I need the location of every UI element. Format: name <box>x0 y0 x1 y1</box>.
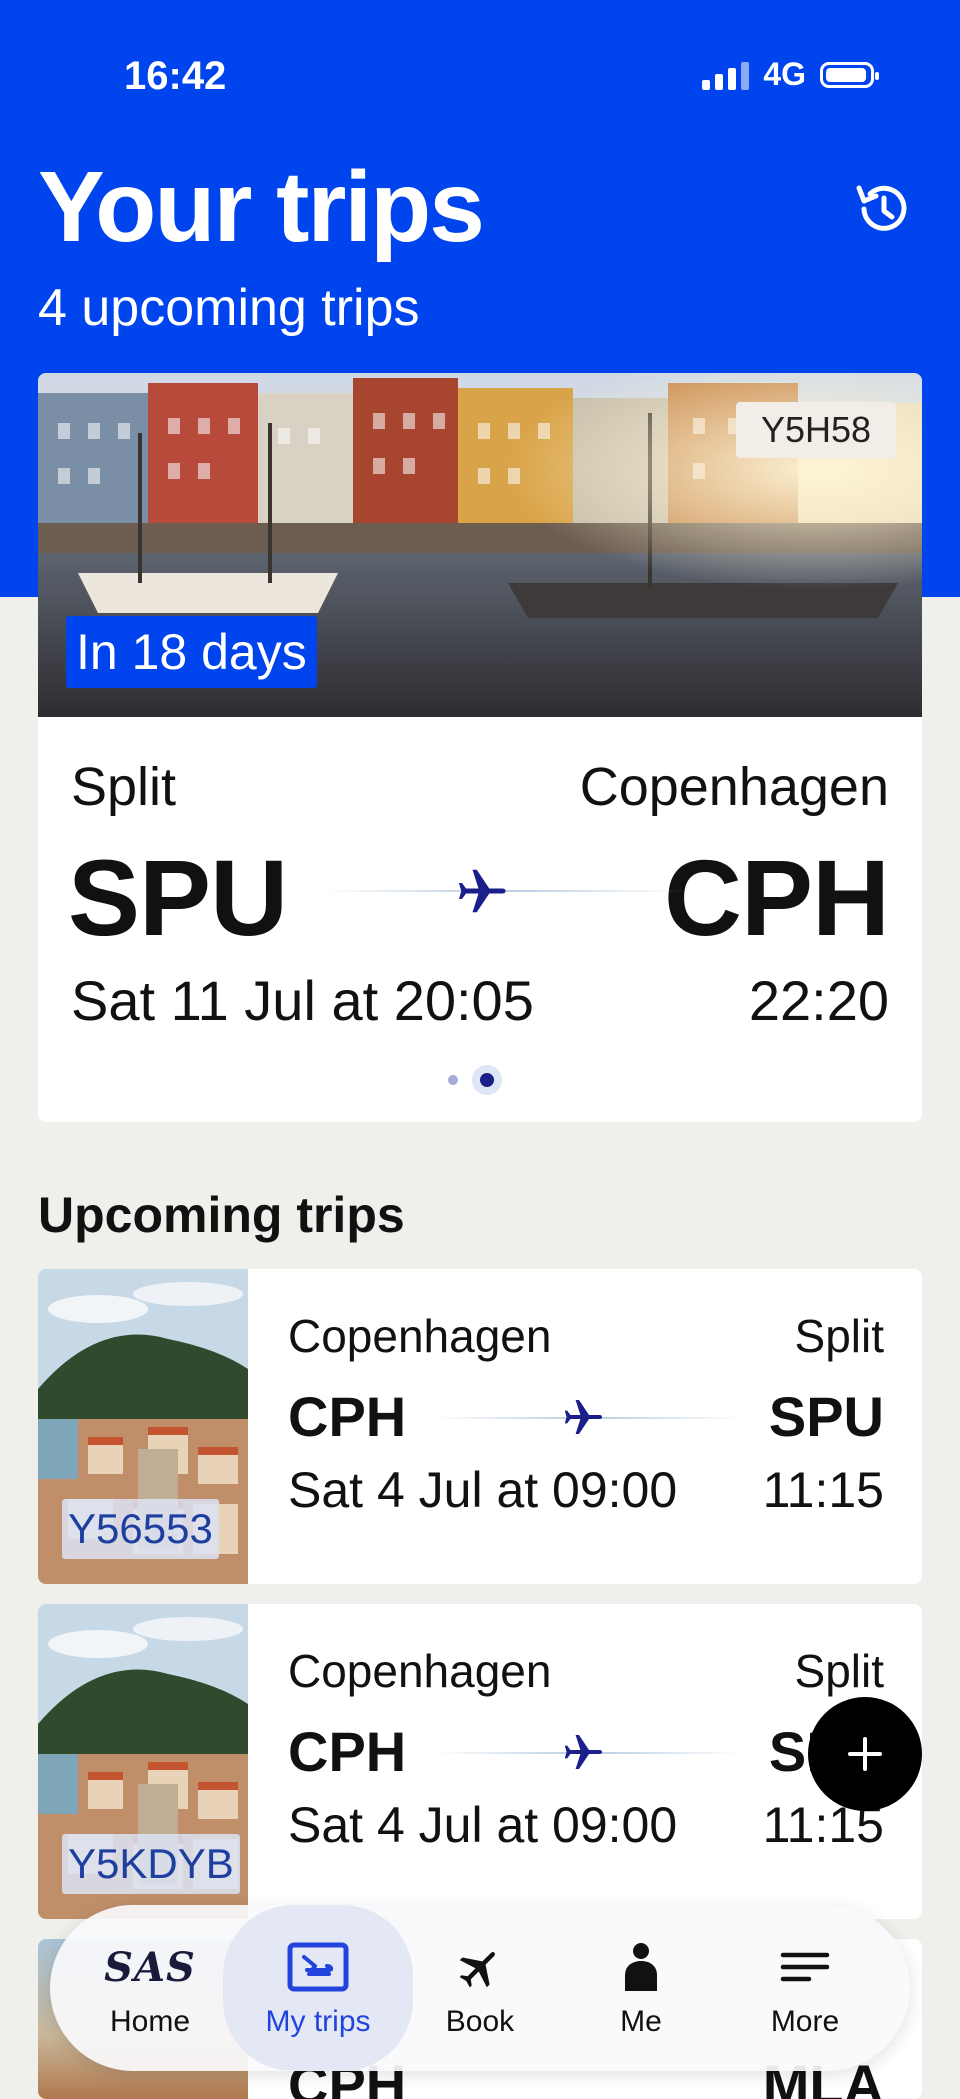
departure-datetime: Sat 4 Jul at 09:00 <box>288 1797 678 1853</box>
tab-label: More <box>770 2005 840 2038</box>
trip-card[interactable]: Y5KDYB Copenhagen Split CPH SPU Sat 4 Ju… <box>38 1604 922 1919</box>
network-type: 4G <box>763 56 806 92</box>
airplane-icon <box>564 1735 602 1769</box>
tab-more[interactable]: More <box>725 1905 885 2071</box>
page-dot-active[interactable] <box>480 1073 494 1087</box>
person-icon <box>625 1943 657 1991</box>
destination-city: Split <box>794 1645 884 1697</box>
origin-city: Copenhagen <box>288 1310 552 1362</box>
tab-me[interactable]: Me <box>561 1905 721 2071</box>
arrival-time: 22:20 <box>748 969 889 1032</box>
departure-datetime: Sat 4 Jul at 09:00 <box>288 1462 678 1518</box>
origin-city: Split <box>71 757 177 817</box>
section-title: Upcoming trips <box>38 1187 405 1243</box>
destination-code: CPH <box>663 837 890 958</box>
tab-book[interactable]: Book <box>400 1905 560 2071</box>
featured-trip-card[interactable]: Y5H58 In 18 days Split Copenhagen SPU CP… <box>38 373 922 1122</box>
origin-code: CPH <box>288 1720 407 1783</box>
tab-label: Me <box>620 2005 662 2038</box>
boarding-pass-icon <box>287 1942 349 1992</box>
airplane-icon <box>459 1951 496 1988</box>
menu-icon <box>780 1952 830 1982</box>
page-subtitle: 4 upcoming trips <box>38 279 420 337</box>
booking-reference-badge: Y5H58 <box>736 402 896 458</box>
status-bar: 16:42 4G <box>0 0 960 160</box>
airplane-icon <box>564 1400 602 1434</box>
carousel-pagination[interactable] <box>448 1073 494 1087</box>
trip-card[interactable]: Y56553 Copenhagen Split CPH SPU Sat 4 Ju… <box>38 1269 922 1584</box>
tab-bar: SAS Home My trips Book Me More <box>50 1905 910 2071</box>
arrival-time: 11:15 <box>762 1462 884 1518</box>
booking-reference-badge: Y56553 <box>62 1499 219 1559</box>
add-trip-button[interactable] <box>808 1697 922 1811</box>
tab-home[interactable]: SAS Home <box>70 1905 230 2071</box>
destination-city: Copenhagen <box>579 757 889 817</box>
departure-datetime: Sat 11 Jul at 20:05 <box>71 969 534 1032</box>
sas-logo: SAS <box>104 1943 196 1991</box>
origin-city: Copenhagen <box>288 1645 552 1697</box>
trip-history-button[interactable] <box>850 176 916 242</box>
status-indicators: 4G <box>702 56 879 93</box>
tab-label: My trips <box>265 2005 371 2038</box>
plus-icon <box>848 1737 882 1771</box>
battery-icon <box>820 61 879 88</box>
tab-label: Book <box>445 2005 515 2038</box>
destination-city: Split <box>794 1310 884 1362</box>
airplane-icon <box>459 869 506 913</box>
page-title: Your trips <box>38 151 485 263</box>
tab-label: Home <box>109 2005 191 2038</box>
status-time: 16:42 <box>124 54 227 98</box>
signal-icon <box>702 60 750 90</box>
booking-reference-badge: Y5KDYB <box>62 1834 240 1894</box>
tab-my-trips[interactable]: My trips <box>223 1905 413 2071</box>
origin-code: CPH <box>288 1385 407 1448</box>
destination-code: SPU <box>768 1385 884 1448</box>
countdown-badge: In 18 days <box>66 616 317 688</box>
page-dot[interactable] <box>448 1075 458 1085</box>
origin-code: SPU <box>68 837 288 958</box>
history-icon <box>856 185 907 231</box>
